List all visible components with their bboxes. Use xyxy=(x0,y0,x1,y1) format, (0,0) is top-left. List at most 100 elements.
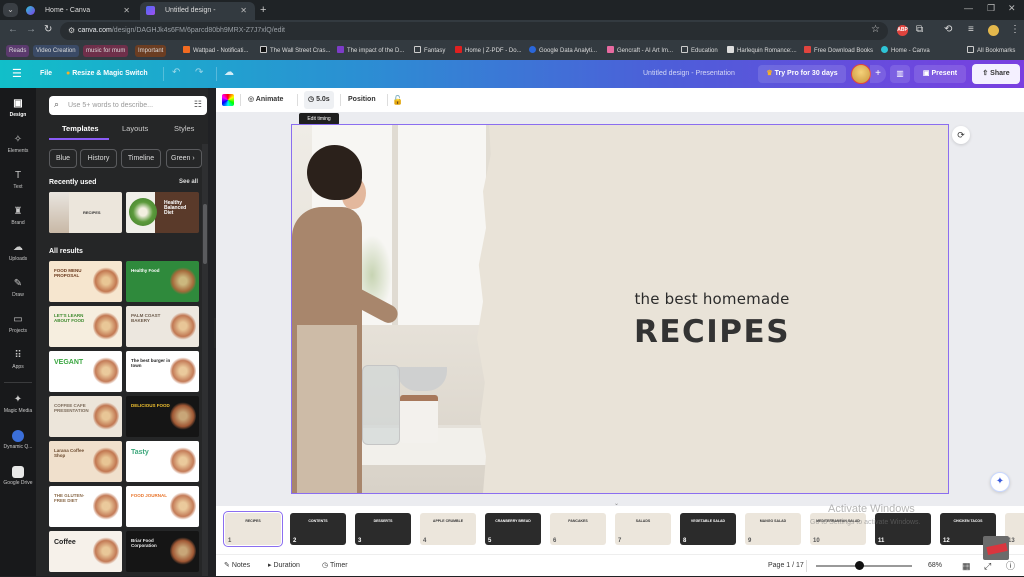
rail-item-draw[interactable]: ✎ Draw xyxy=(0,272,36,304)
rail-item-projects[interactable]: ▭ Projects xyxy=(0,308,36,340)
bookmark-music-for-mum[interactable]: music for mum xyxy=(83,45,129,57)
adblock-extension-icon[interactable]: ABP xyxy=(897,25,908,36)
chip-blue[interactable]: Blue xyxy=(49,149,77,168)
close-tab-icon[interactable]: ✕ xyxy=(240,2,247,20)
recent-template-recipes[interactable]: RECIPES xyxy=(49,192,122,233)
design-title[interactable]: Untitled design - Presentation xyxy=(643,60,735,88)
close-window-icon[interactable]: ✕ xyxy=(1008,3,1016,14)
template-thumbnail[interactable]: LET'S LEARN ABOUT FOOD xyxy=(49,306,122,347)
notes-button[interactable]: ✎ Notes xyxy=(224,555,250,577)
template-thumbnail[interactable]: Healthy Food xyxy=(126,261,199,302)
template-thumbnail[interactable]: Tasty xyxy=(126,441,199,482)
present-button[interactable]: ▣ Present xyxy=(914,65,966,83)
chip-green[interactable]: Green › xyxy=(166,149,202,168)
bookmark-wall-street[interactable]: The Wall Street Cras... xyxy=(260,45,330,57)
browser-tab-home-canva[interactable]: Home - Canva ✕ xyxy=(20,2,138,20)
history-icon[interactable]: ⟲ xyxy=(944,24,952,35)
panel-tab-templates[interactable]: Templates xyxy=(62,124,99,133)
template-thumbnail[interactable]: Coffee xyxy=(49,531,122,572)
see-all-link[interactable]: See all xyxy=(179,179,198,185)
cloud-saved-icon[interactable]: ☁ xyxy=(224,67,234,78)
template-thumbnail[interactable]: The best burger in town xyxy=(126,351,199,392)
template-thumbnail[interactable]: Larana Coffee Shop xyxy=(49,441,122,482)
try-pro-button[interactable]: ♛ Try Pro for 30 days xyxy=(758,65,846,83)
bookmark-folder-education[interactable]: Education xyxy=(681,45,718,57)
restore-icon[interactable]: ❐ xyxy=(987,3,995,14)
bookmark-gencraft[interactable]: Gencraft - AI Art Im... xyxy=(607,45,673,57)
duration-button[interactable]: ▸ Duration xyxy=(268,555,300,577)
regenerate-icon[interactable]: ⟳ xyxy=(952,126,970,144)
bookmark-google-data[interactable]: Google Data Analyti... xyxy=(529,45,597,57)
slide-canvas[interactable]: the best homemade RECIPES xyxy=(291,124,949,494)
new-tab-button[interactable]: + xyxy=(260,2,266,18)
bookmark-all-bookmarks[interactable]: All Bookmarks xyxy=(967,45,1015,57)
recent-template-healthy-diet[interactable]: Healthy Balanced Diet xyxy=(126,192,199,233)
rail-item-brand[interactable]: ♜ Brand xyxy=(0,200,36,232)
user-avatar[interactable] xyxy=(851,64,871,84)
zoom-slider-handle[interactable] xyxy=(855,561,865,570)
floating-video-thumbnail[interactable] xyxy=(983,536,1009,560)
template-search-input[interactable]: ⌕ Use 5+ words to describe... ☷ xyxy=(49,96,207,115)
bookmark-harlequin[interactable]: Harlequin Romance:... xyxy=(727,45,797,57)
bookmark-important[interactable]: Important xyxy=(135,45,167,57)
bookmark-wattpad[interactable]: Wattpad - Notificati... xyxy=(183,45,248,57)
lock-icon[interactable]: 🔓 xyxy=(392,88,403,112)
bookmark-video-creation[interactable]: Video Creation xyxy=(33,45,79,57)
forward-icon[interactable]: → xyxy=(26,24,36,35)
bookmark-home-canva[interactable]: Home - Canva xyxy=(881,45,930,57)
page-thumbnail[interactable]: MEDITERRANEAN SALAD 10 xyxy=(810,513,866,545)
template-thumbnail[interactable]: COFFEE CAFE PRESENTATION xyxy=(49,396,122,437)
rail-item-uploads[interactable]: ☁ Uploads xyxy=(0,236,36,268)
close-tab-icon[interactable]: ✕ xyxy=(123,2,130,20)
rail-item-dynamic-q[interactable]: Dynamic Q... xyxy=(0,424,36,456)
grid-view-icon[interactable]: ▦ xyxy=(962,555,971,577)
browser-tab-untitled-design[interactable]: Untitled design - Presentation ✕ xyxy=(140,2,255,32)
rail-item-magic-media[interactable]: ✦ Magic Media xyxy=(0,388,36,420)
extensions-puzzle-icon[interactable]: ⧉ xyxy=(916,24,923,35)
slide-title[interactable]: RECIPES xyxy=(582,314,842,350)
reading-list-icon[interactable]: ≡ xyxy=(968,24,974,35)
bookmark-impact[interactable]: The impact of the D... xyxy=(337,45,404,57)
url-bar[interactable]: ⚙ canva.com/design/DAGHJk4s6FM/6parcd80b… xyxy=(60,22,888,40)
insights-chart-icon[interactable]: ▥ xyxy=(890,65,910,83)
template-thumbnail[interactable]: PALM COAST BAKERY xyxy=(126,306,199,347)
bookmark-reads[interactable]: Reads xyxy=(6,45,30,57)
redo-icon[interactable]: ↷ xyxy=(195,67,203,78)
bookmark-folder-fantasy[interactable]: Fantasy xyxy=(414,45,445,57)
rail-item-google-drive[interactable]: Google Drive xyxy=(0,460,36,492)
slide-subtitle[interactable]: the best homemade xyxy=(582,290,842,308)
position-button[interactable]: Position xyxy=(348,88,376,112)
timer-button[interactable]: ◷ Timer xyxy=(322,555,348,577)
page-thumbnail[interactable]: SALADS 7 xyxy=(615,513,671,545)
filter-sliders-icon[interactable]: ☷ xyxy=(194,99,202,110)
slide-photo-woman-cooking[interactable] xyxy=(292,125,497,493)
page-thumbnail[interactable]: RECIPES 1 xyxy=(223,511,283,547)
color-picker-swatch[interactable] xyxy=(222,94,234,106)
panel-scrollbar[interactable] xyxy=(202,144,208,576)
bookmark-star-icon[interactable]: ☆ xyxy=(871,24,880,35)
hamburger-menu-icon[interactable]: ☰ xyxy=(12,67,22,80)
resize-magic-switch-button[interactable]: ● Resize & Magic Switch xyxy=(66,60,148,88)
bookmark-free-books[interactable]: Free Download Books xyxy=(804,45,873,57)
back-icon[interactable]: ← xyxy=(8,24,18,35)
template-thumbnail[interactable]: DELICIOUS FOOD xyxy=(126,396,199,437)
template-thumbnail[interactable]: THE GLUTEN-FREE DIET xyxy=(49,486,122,527)
page-indicator[interactable]: Page 1 / 17 xyxy=(768,555,804,577)
chip-history[interactable]: History xyxy=(80,149,117,168)
minimize-icon[interactable]: — xyxy=(964,3,973,13)
chip-timeline[interactable]: Timeline xyxy=(121,149,161,168)
bookmark-zpdf[interactable]: Home | Z-PDF - Do... xyxy=(455,45,522,57)
panel-tab-styles[interactable]: Styles xyxy=(174,124,194,133)
browser-menu-icon[interactable]: ⋮ xyxy=(1010,24,1020,35)
rail-item-elements[interactable]: ✧ Elements xyxy=(0,128,36,160)
animate-button[interactable]: ◎ Animate xyxy=(248,88,283,112)
reload-icon[interactable]: ↻ xyxy=(44,24,52,35)
page-thumbnail[interactable]: PANCAKES 6 xyxy=(550,513,606,545)
page-thumbnail[interactable]: DESSERTS 3 xyxy=(355,513,411,545)
scrollbar-thumb[interactable] xyxy=(203,204,207,264)
rail-item-design[interactable]: ▣ Design xyxy=(0,92,36,124)
page-thumbnail[interactable]: VEGETABLE SALAD 8 xyxy=(680,513,736,545)
site-info-icon[interactable]: ⚙ xyxy=(68,26,75,35)
template-thumbnail[interactable]: FOOD JOURNAL xyxy=(126,486,199,527)
page-thumbnail[interactable]: MANGO SALAD 9 xyxy=(745,513,801,545)
